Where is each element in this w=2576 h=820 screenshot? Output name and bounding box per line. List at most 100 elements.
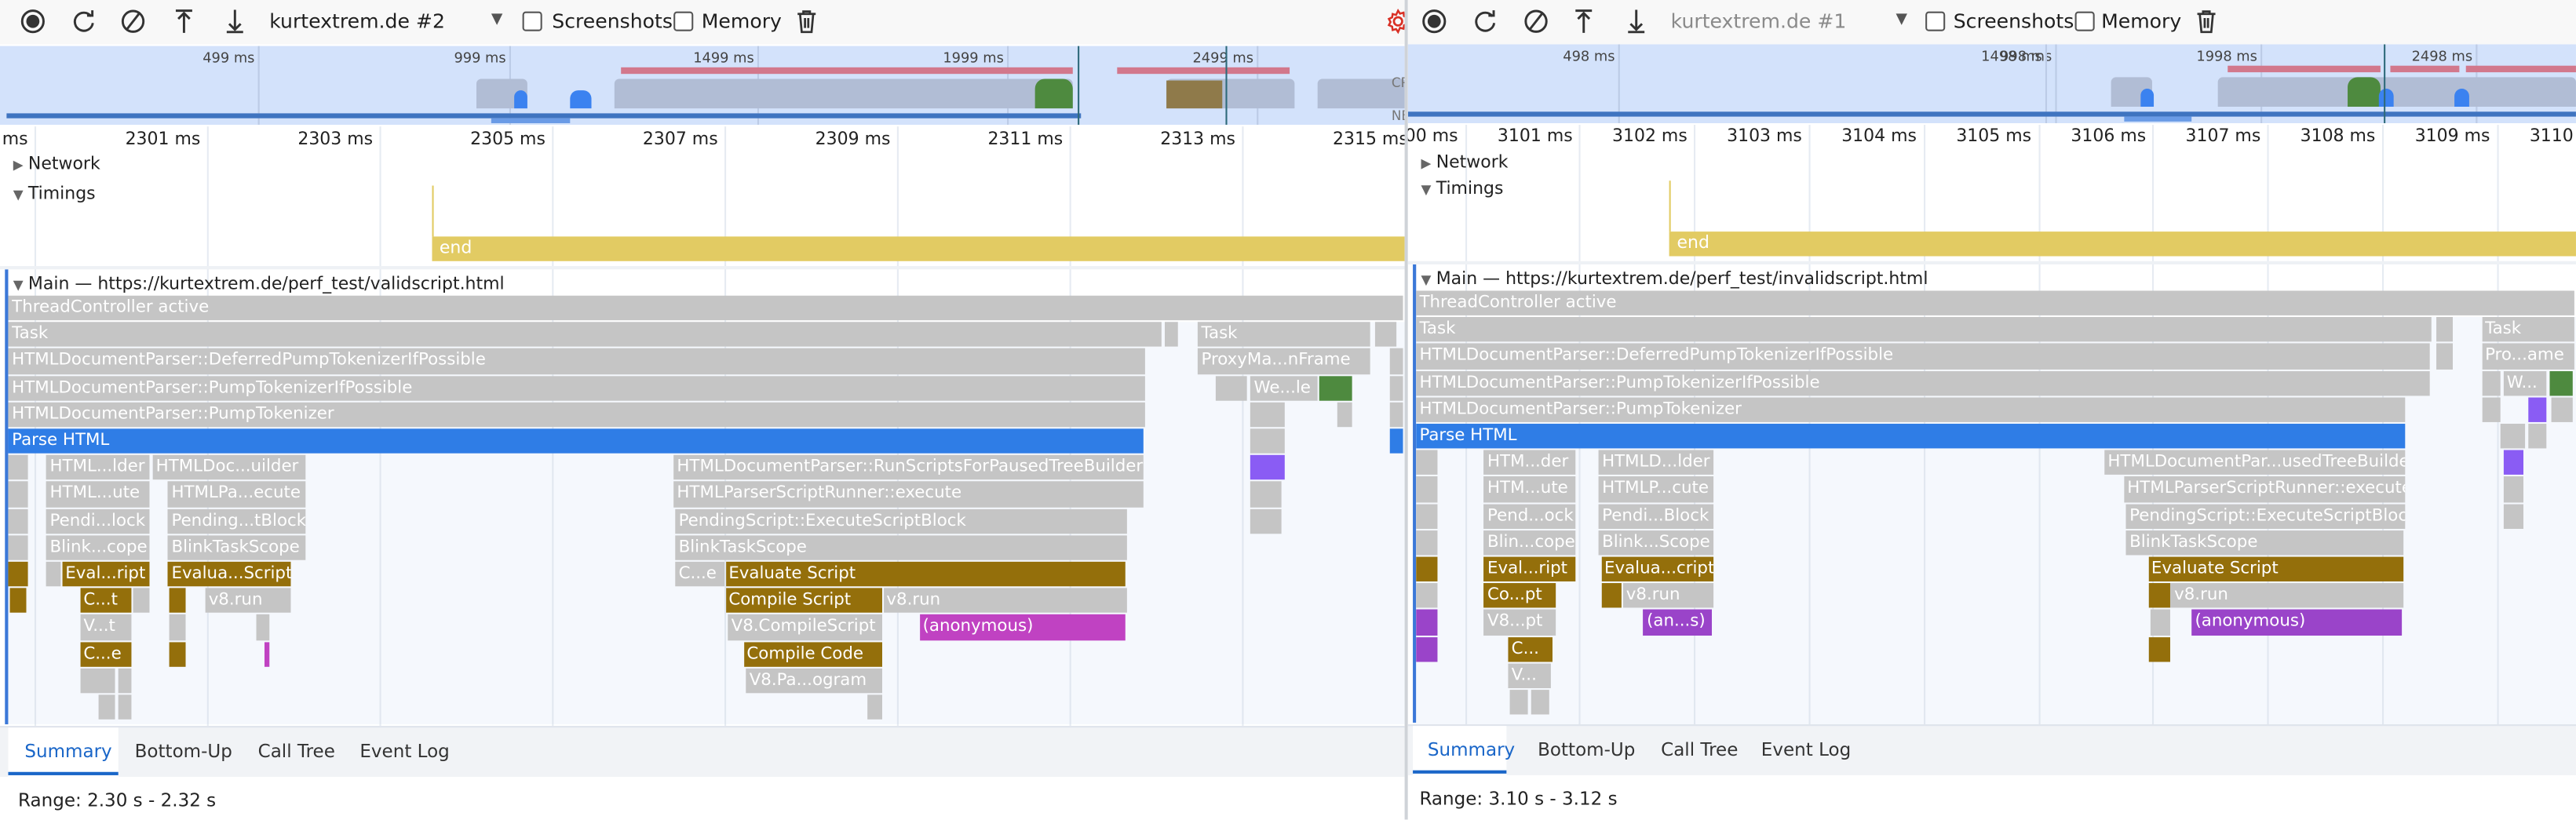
flame-entry[interactable]: V8.CompileScript <box>728 614 882 640</box>
delete-recording-button[interactable] <box>2193 8 2219 34</box>
flame-entry[interactable]: HTMLDocumentParser::PumpTokenizerIfPossi… <box>8 375 1146 401</box>
flame-entry[interactable] <box>1416 556 1437 582</box>
tab-event-log[interactable]: Event Log <box>1761 739 1851 760</box>
delete-recording-button[interactable] <box>794 8 819 34</box>
memory-checkbox[interactable] <box>673 11 694 31</box>
screenshots-checkbox[interactable] <box>522 11 542 31</box>
flame-entry[interactable] <box>98 694 115 720</box>
flame-entry[interactable] <box>118 694 132 720</box>
flame-entry[interactable]: Blink...Scope <box>1598 530 1713 556</box>
tab-bottom-up[interactable]: Bottom-Up <box>135 740 232 761</box>
upload-button[interactable] <box>171 8 197 34</box>
reload-button[interactable] <box>71 8 97 34</box>
flame-entry[interactable]: Parse HTML <box>1416 424 2405 450</box>
flame-entry[interactable] <box>1250 508 1283 534</box>
record-button[interactable] <box>20 8 46 34</box>
flame-entry[interactable]: V... <box>1508 663 1552 689</box>
flame-entry[interactable]: ThreadController active <box>1416 290 2574 316</box>
flame-entry[interactable] <box>2552 397 2573 423</box>
flame-entry[interactable] <box>2527 397 2547 423</box>
main-thread-track-toggle[interactable]: ▼ Main — https://kurtextrem.de/perf_test/… <box>13 275 505 294</box>
settings-button[interactable] <box>1385 8 1405 35</box>
flame-entry[interactable]: Parse HTML <box>8 428 1144 454</box>
timing-end-marker[interactable]: end <box>431 236 1405 261</box>
flame-entry[interactable]: Compile Script <box>725 588 882 614</box>
flame-entry[interactable]: HTMLD...lder <box>1598 450 1713 476</box>
flame-entry[interactable] <box>1375 322 1396 348</box>
record-button[interactable] <box>1421 8 1447 34</box>
flame-entry[interactable] <box>867 694 882 720</box>
flame-entry[interactable]: HTMLPa...ecute <box>168 482 306 508</box>
flame-entry[interactable] <box>1600 583 1622 609</box>
flame-entry[interactable]: HTMLParserScriptRunner::execute <box>2124 476 2405 502</box>
flame-entry[interactable] <box>133 588 150 614</box>
flame-entry[interactable] <box>2503 476 2524 502</box>
flame-entry[interactable]: v8.run <box>205 588 291 614</box>
flame-entry[interactable]: Blin...cope <box>1483 530 1576 556</box>
flame-entry[interactable] <box>1531 690 1549 716</box>
flame-entry[interactable] <box>2436 344 2454 370</box>
flame-entry[interactable]: V...t <box>80 614 132 640</box>
flame-entry[interactable] <box>2149 636 2170 662</box>
flame-entry[interactable] <box>1509 690 1528 716</box>
flame-entry[interactable]: Task <box>2481 317 2574 343</box>
timing-end-marker[interactable]: end <box>1669 231 2576 256</box>
flame-entry[interactable] <box>1389 428 1403 454</box>
clear-button[interactable] <box>1523 8 1549 34</box>
download-button[interactable] <box>1623 8 1649 34</box>
flame-entry[interactable] <box>2527 424 2547 450</box>
flame-entry[interactable]: v8.run <box>883 588 1128 614</box>
recording-select[interactable]: kurtextrem.de #2 <box>269 10 445 33</box>
flame-entry[interactable]: ThreadController active <box>8 295 1403 321</box>
tab-event-log[interactable]: Event Log <box>359 740 449 761</box>
flame-entry[interactable]: C...e <box>80 641 132 667</box>
flame-entry[interactable] <box>2481 397 2501 423</box>
flame-entry[interactable] <box>169 641 185 667</box>
flame-entry[interactable] <box>1216 375 1248 401</box>
flame-entry[interactable] <box>10 588 27 614</box>
flame-entry[interactable]: Co...pt <box>1483 583 1556 609</box>
flame-entry[interactable] <box>169 614 185 640</box>
flame-entry[interactable]: HTMLParserScriptRunner::execute <box>673 482 1144 508</box>
download-button[interactable] <box>222 8 248 34</box>
flame-entry[interactable]: W... <box>2503 370 2547 396</box>
flame-entry[interactable] <box>2503 450 2524 476</box>
flame-entry[interactable]: Evalua...Script <box>168 561 291 587</box>
flame-entry[interactable]: HTMLDocumentParser::PumpTokenizerIfPossi… <box>1416 370 2430 396</box>
flame-entry[interactable]: HTM...der <box>1483 450 1576 476</box>
flame-entry[interactable]: HTMLDocumentParser::DeferredPumpTokenize… <box>8 348 1146 374</box>
flame-entry[interactable] <box>1337 402 1353 428</box>
tab-summary[interactable]: Summary <box>1428 739 1515 760</box>
tab-call-tree[interactable]: Call Tree <box>1661 739 1738 760</box>
flame-entry[interactable]: Pend...ock <box>1483 503 1576 529</box>
memory-checkbox[interactable] <box>2074 11 2095 31</box>
tab-call-tree[interactable]: Call Tree <box>258 740 335 761</box>
flame-entry[interactable]: C... <box>1508 636 1553 662</box>
upload-button[interactable] <box>1571 8 1596 34</box>
flame-entry[interactable]: HTMLDocumentParser::PumpTokenizer <box>8 402 1146 428</box>
flame-entry[interactable]: v8.run <box>2170 583 2404 609</box>
flame-entry[interactable]: BlinkTaskScope <box>168 534 306 560</box>
reload-button[interactable] <box>1472 8 1498 34</box>
chevron-down-icon[interactable]: ▼ <box>491 12 502 28</box>
flame-entry[interactable] <box>118 668 132 694</box>
flame-entry[interactable] <box>264 641 269 667</box>
flame-entry[interactable]: PendingScript::ExecuteScriptBlock <box>2125 503 2405 529</box>
flame-entry[interactable] <box>1250 482 1283 508</box>
flame-entry[interactable] <box>256 614 269 640</box>
flame-entry[interactable]: Task <box>1416 317 2432 343</box>
network-track-toggle[interactable]: ▶ Network <box>1421 153 1509 173</box>
flame-entry[interactable]: Pendi...lock <box>46 508 149 534</box>
flame-entry[interactable] <box>1250 428 1285 454</box>
flame-entry[interactable]: C...e <box>675 561 724 587</box>
flame-entry[interactable] <box>2481 370 2501 396</box>
network-track-toggle[interactable]: ▶ Network <box>13 155 100 174</box>
flame-entry[interactable] <box>1389 348 1403 374</box>
flame-entry[interactable]: Task <box>1198 322 1370 348</box>
flame-entry[interactable]: V8...pt <box>1483 610 1556 636</box>
flame-entry[interactable] <box>1165 322 1179 348</box>
flame-entry[interactable] <box>1389 375 1403 401</box>
tab-bottom-up[interactable]: Bottom-Up <box>1538 739 1635 760</box>
flame-entry[interactable] <box>2436 317 2454 343</box>
flame-entry[interactable] <box>8 508 28 534</box>
